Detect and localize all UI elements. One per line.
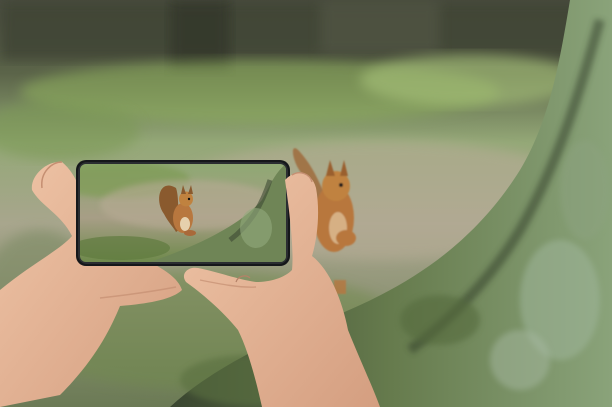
smartphone [76,160,290,266]
phone-screen [80,164,286,262]
photo-scene [0,0,612,407]
photo-canvas [0,0,612,407]
